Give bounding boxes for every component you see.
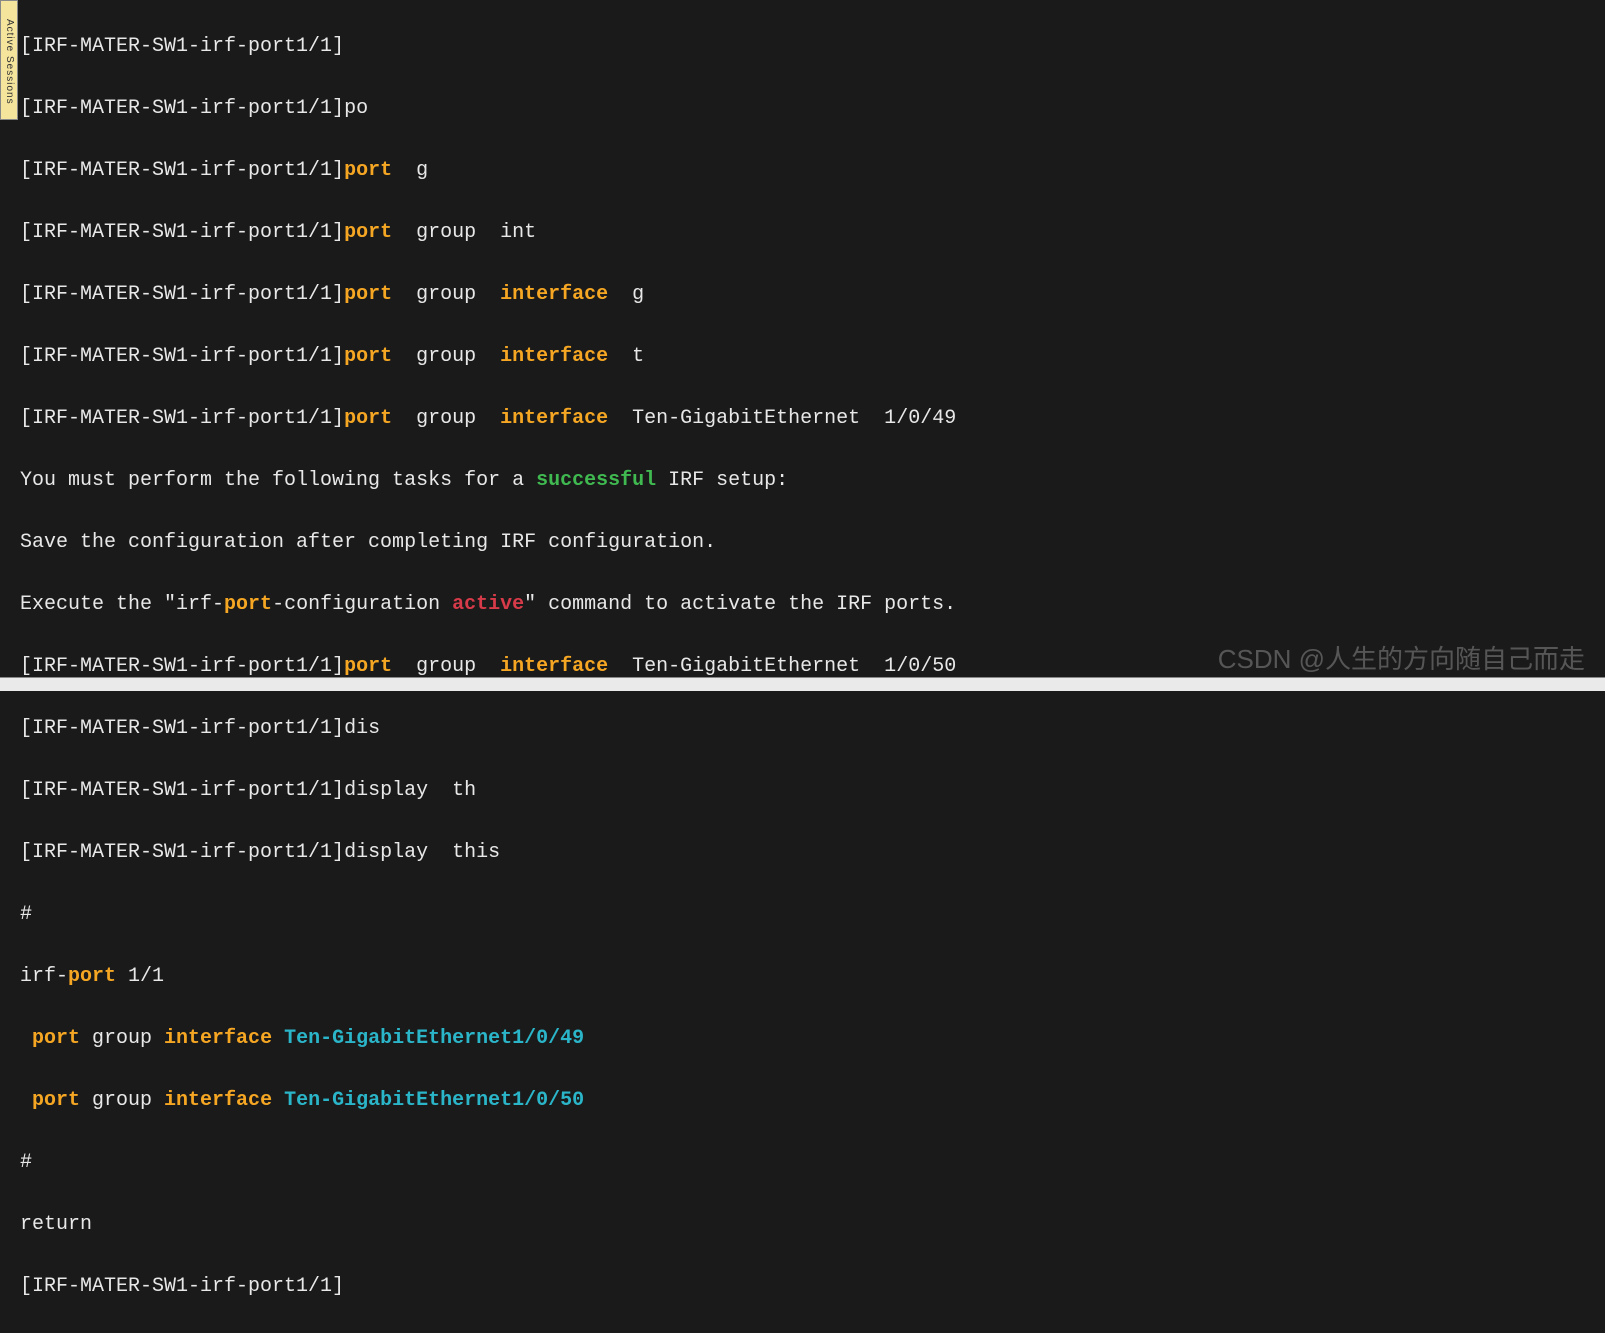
terminal-line: [IRF-MATER-SW1-irf-port1/1]display th (20, 775, 1605, 806)
terminal-output[interactable]: [IRF-MATER-SW1-irf-port1/1] [IRF-MATER-S… (20, 0, 1605, 1333)
terminal-line: Execute the "irf-port-configuration acti… (20, 589, 1605, 620)
terminal-line: [IRF-MATER-SW1-irf-port1/1]po (20, 93, 1605, 124)
terminal-line: [IRF-MATER-SW1-irf-port1/1]dis (20, 713, 1605, 744)
terminal-line: # (20, 1147, 1605, 1178)
bottom-scrollbar[interactable] (0, 677, 1605, 691)
terminal-line: # (20, 899, 1605, 930)
active-sessions-label: Active Sessions (4, 19, 15, 105)
terminal-line: return (20, 1209, 1605, 1240)
terminal-line: port group interface Ten-GigabitEthernet… (20, 1085, 1605, 1116)
terminal-line: You must perform the following tasks for… (20, 465, 1605, 496)
terminal-line: irf-port 1/1 (20, 961, 1605, 992)
terminal-line: [IRF-MATER-SW1-irf-port1/1]port group in… (20, 341, 1605, 372)
terminal-line: [IRF-MATER-SW1-irf-port1/1]port group in… (20, 279, 1605, 310)
terminal-line: [IRF-MATER-SW1-irf-port1/1] (20, 1271, 1605, 1302)
terminal-line: [IRF-MATER-SW1-irf-port1/1]port group in… (20, 217, 1605, 248)
active-sessions-tab[interactable]: Active Sessions (0, 0, 18, 120)
terminal-line: port group interface Ten-GigabitEthernet… (20, 1023, 1605, 1054)
terminal-line: Save the configuration after completing … (20, 527, 1605, 558)
terminal-line: [IRF-MATER-SW1-irf-port1/1]port group in… (20, 403, 1605, 434)
terminal-line: [IRF-MATER-SW1-irf-port1/1] (20, 31, 1605, 62)
terminal-line: [IRF-MATER-SW1-irf-port1/1]display this (20, 837, 1605, 868)
terminal-line: [IRF-MATER-SW1-irf-port1/1]port g (20, 155, 1605, 186)
